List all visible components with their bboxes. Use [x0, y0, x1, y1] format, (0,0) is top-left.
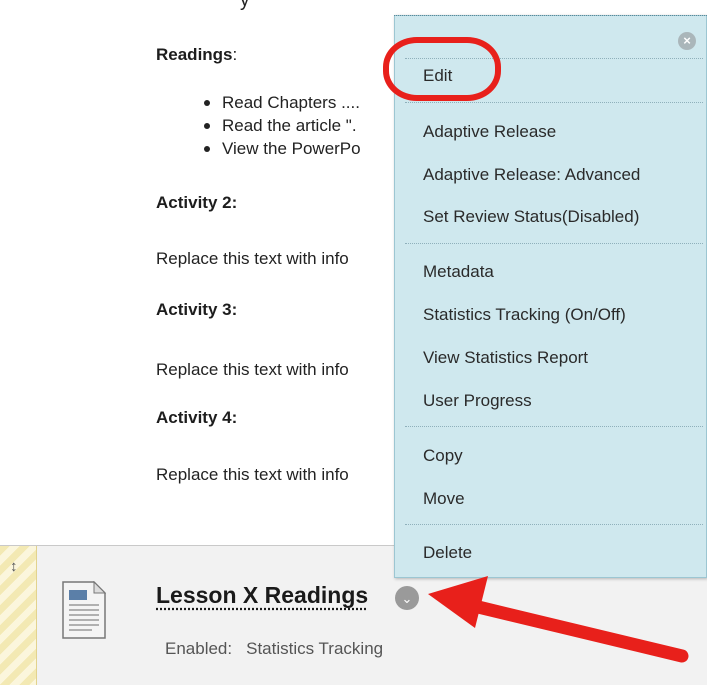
red-arrow-annotation: [428, 576, 689, 663]
